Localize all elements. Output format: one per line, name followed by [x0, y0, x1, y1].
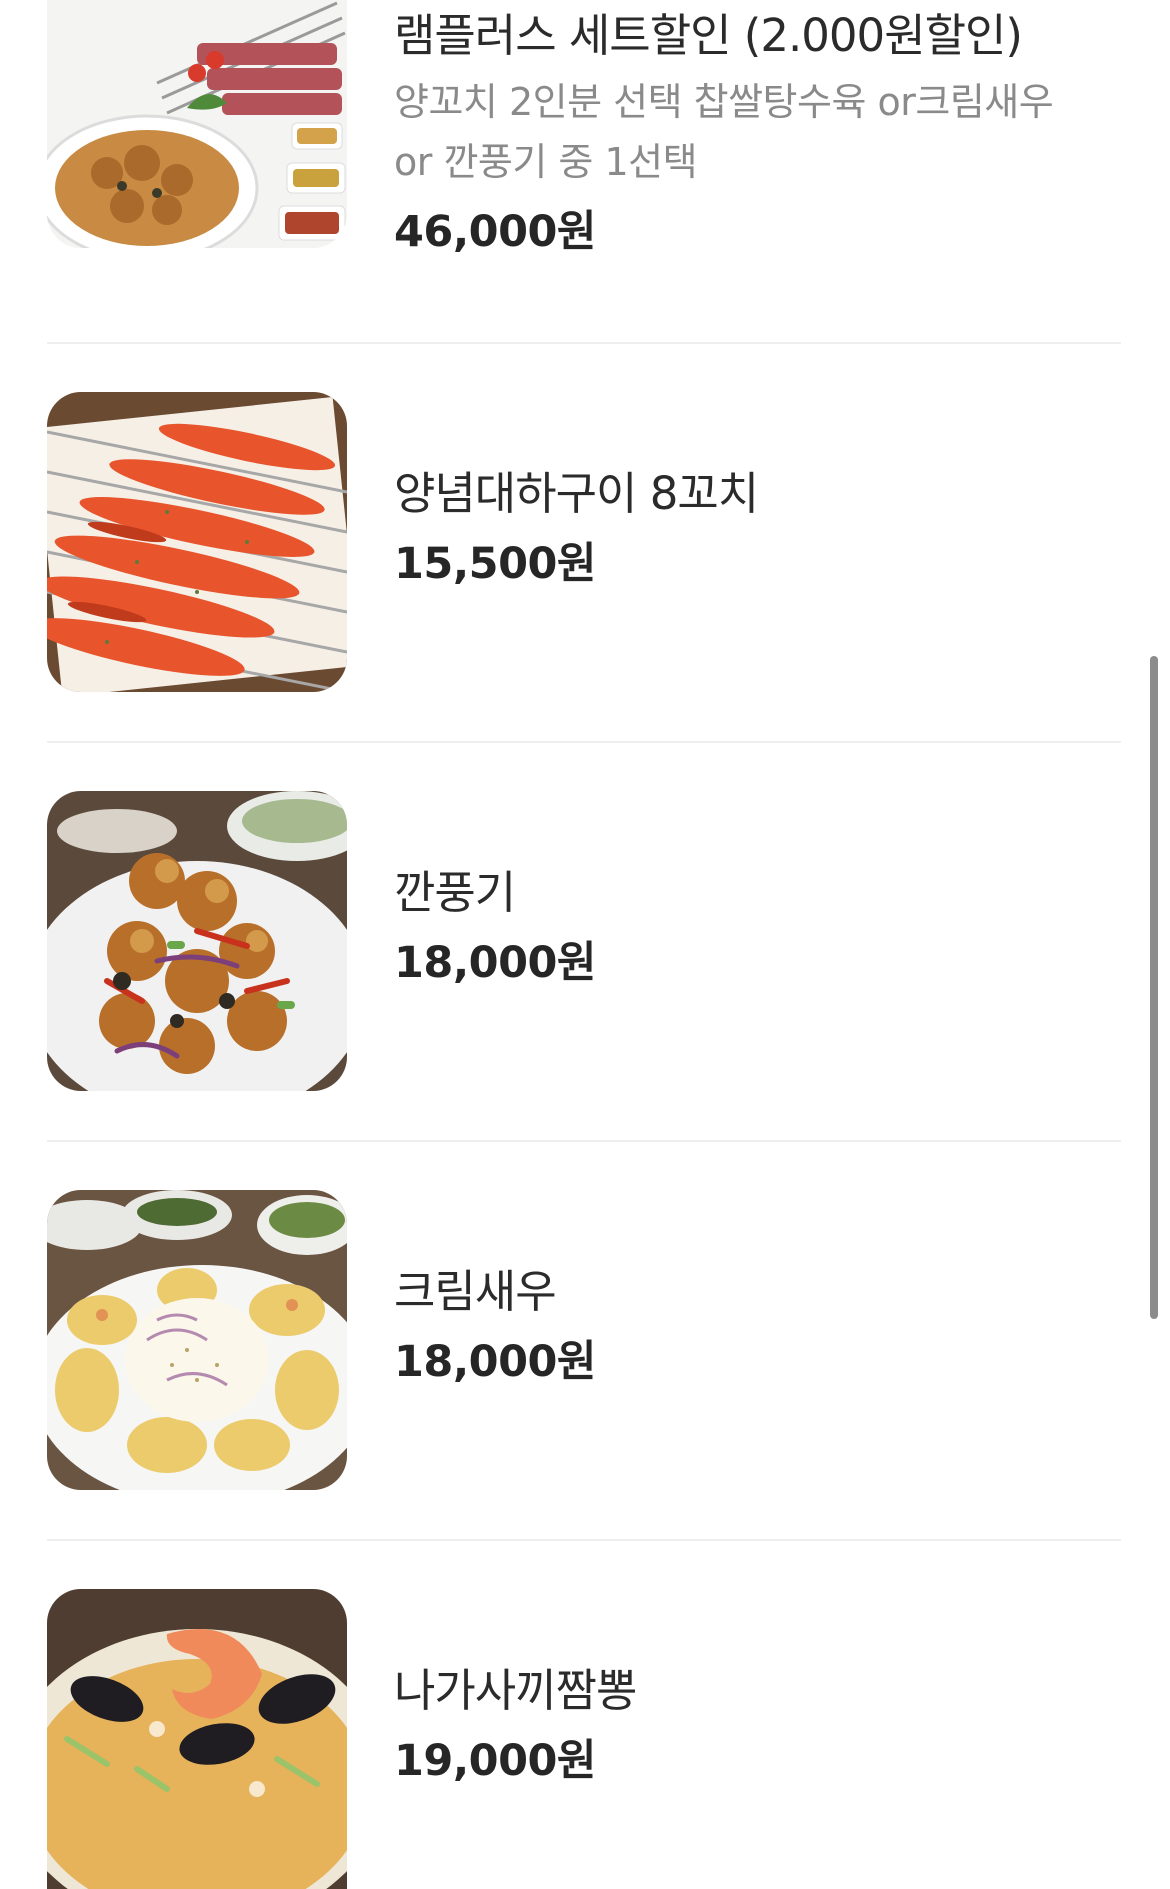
- nagasaki-jjamppong-photo-icon: [47, 1589, 347, 1889]
- menu-item-price: 15,500원: [394, 539, 597, 589]
- menu-item-image[interactable]: [47, 1190, 347, 1490]
- menu-item-description: 양꼬치 2인분 선택 찹쌀탕수육 or크림새우 or 깐풍기 중 1선택: [394, 72, 1114, 192]
- menu-item-image[interactable]: [47, 392, 347, 692]
- menu-item-info: 램플러스 세트할인 (2.000원할인) 양꼬치 2인분 선택 찹쌀탕수육 or…: [394, 6, 1114, 262]
- menu-item-info: 깐풍기 18,000원: [394, 863, 1114, 993]
- menu-list: 램플러스 세트할인 (2.000원할인) 양꼬치 2인분 선택 찹쌀탕수육 or…: [0, 0, 1170, 1889]
- menu-item-image[interactable]: [47, 791, 347, 1091]
- menu-item-image[interactable]: [47, 1589, 347, 1889]
- menu-item-description-line: or 깐풍기 중 1선택: [394, 140, 698, 184]
- menu-item-name[interactable]: 램플러스 세트할인 (2.000원할인): [394, 6, 1114, 66]
- divider: [47, 342, 1121, 344]
- menu-item-info: 양념대하구이 8꼬치 15,500원: [394, 464, 1114, 594]
- menu-item-name[interactable]: 크림새우: [394, 1262, 1114, 1322]
- divider: [47, 1140, 1121, 1142]
- cream-shrimp-photo-icon: [47, 1190, 347, 1490]
- menu-item-lamb-set[interactable]: 램플러스 세트할인 (2.000원할인) 양꼬치 2인분 선택 찹쌀탕수육 or…: [47, 0, 1114, 292]
- menu-item-price: 19,000원: [394, 1736, 597, 1786]
- menu-item-name[interactable]: 깐풍기: [394, 863, 1114, 923]
- menu-item-name[interactable]: 나가사끼짬뽕: [394, 1661, 1114, 1721]
- menu-item-name[interactable]: 양념대하구이 8꼬치: [394, 464, 1114, 524]
- lamb-skewer-set-photo-icon: [47, 0, 347, 248]
- menu-item-cream-shrimp[interactable]: 크림새우 18,000원: [47, 1190, 1114, 1490]
- scrollbar[interactable]: [1150, 656, 1158, 1319]
- menu-item-info: 크림새우 18,000원: [394, 1262, 1114, 1392]
- menu-item-price: 18,000원: [394, 938, 597, 988]
- grilled-prawn-skewers-photo-icon: [47, 392, 347, 692]
- menu-item-price: 46,000원: [394, 207, 597, 257]
- menu-item-prawn-skewers[interactable]: 양념대하구이 8꼬치 15,500원: [47, 392, 1114, 692]
- divider: [47, 1539, 1121, 1541]
- menu-item-description-line: 양꼬치 2인분 선택 찹쌀탕수육 or크림새우: [394, 80, 1054, 124]
- kkanpunggi-photo-icon: [47, 791, 347, 1091]
- menu-item-image[interactable]: [47, 0, 347, 248]
- menu-item-kkanpunggi[interactable]: 깐풍기 18,000원: [47, 791, 1114, 1091]
- menu-item-nagasaki-jjamppong[interactable]: 나가사끼짬뽕 19,000원: [47, 1589, 1114, 1889]
- menu-item-price: 18,000원: [394, 1337, 597, 1387]
- menu-item-info: 나가사끼짬뽕 19,000원: [394, 1661, 1114, 1791]
- divider: [47, 741, 1121, 743]
